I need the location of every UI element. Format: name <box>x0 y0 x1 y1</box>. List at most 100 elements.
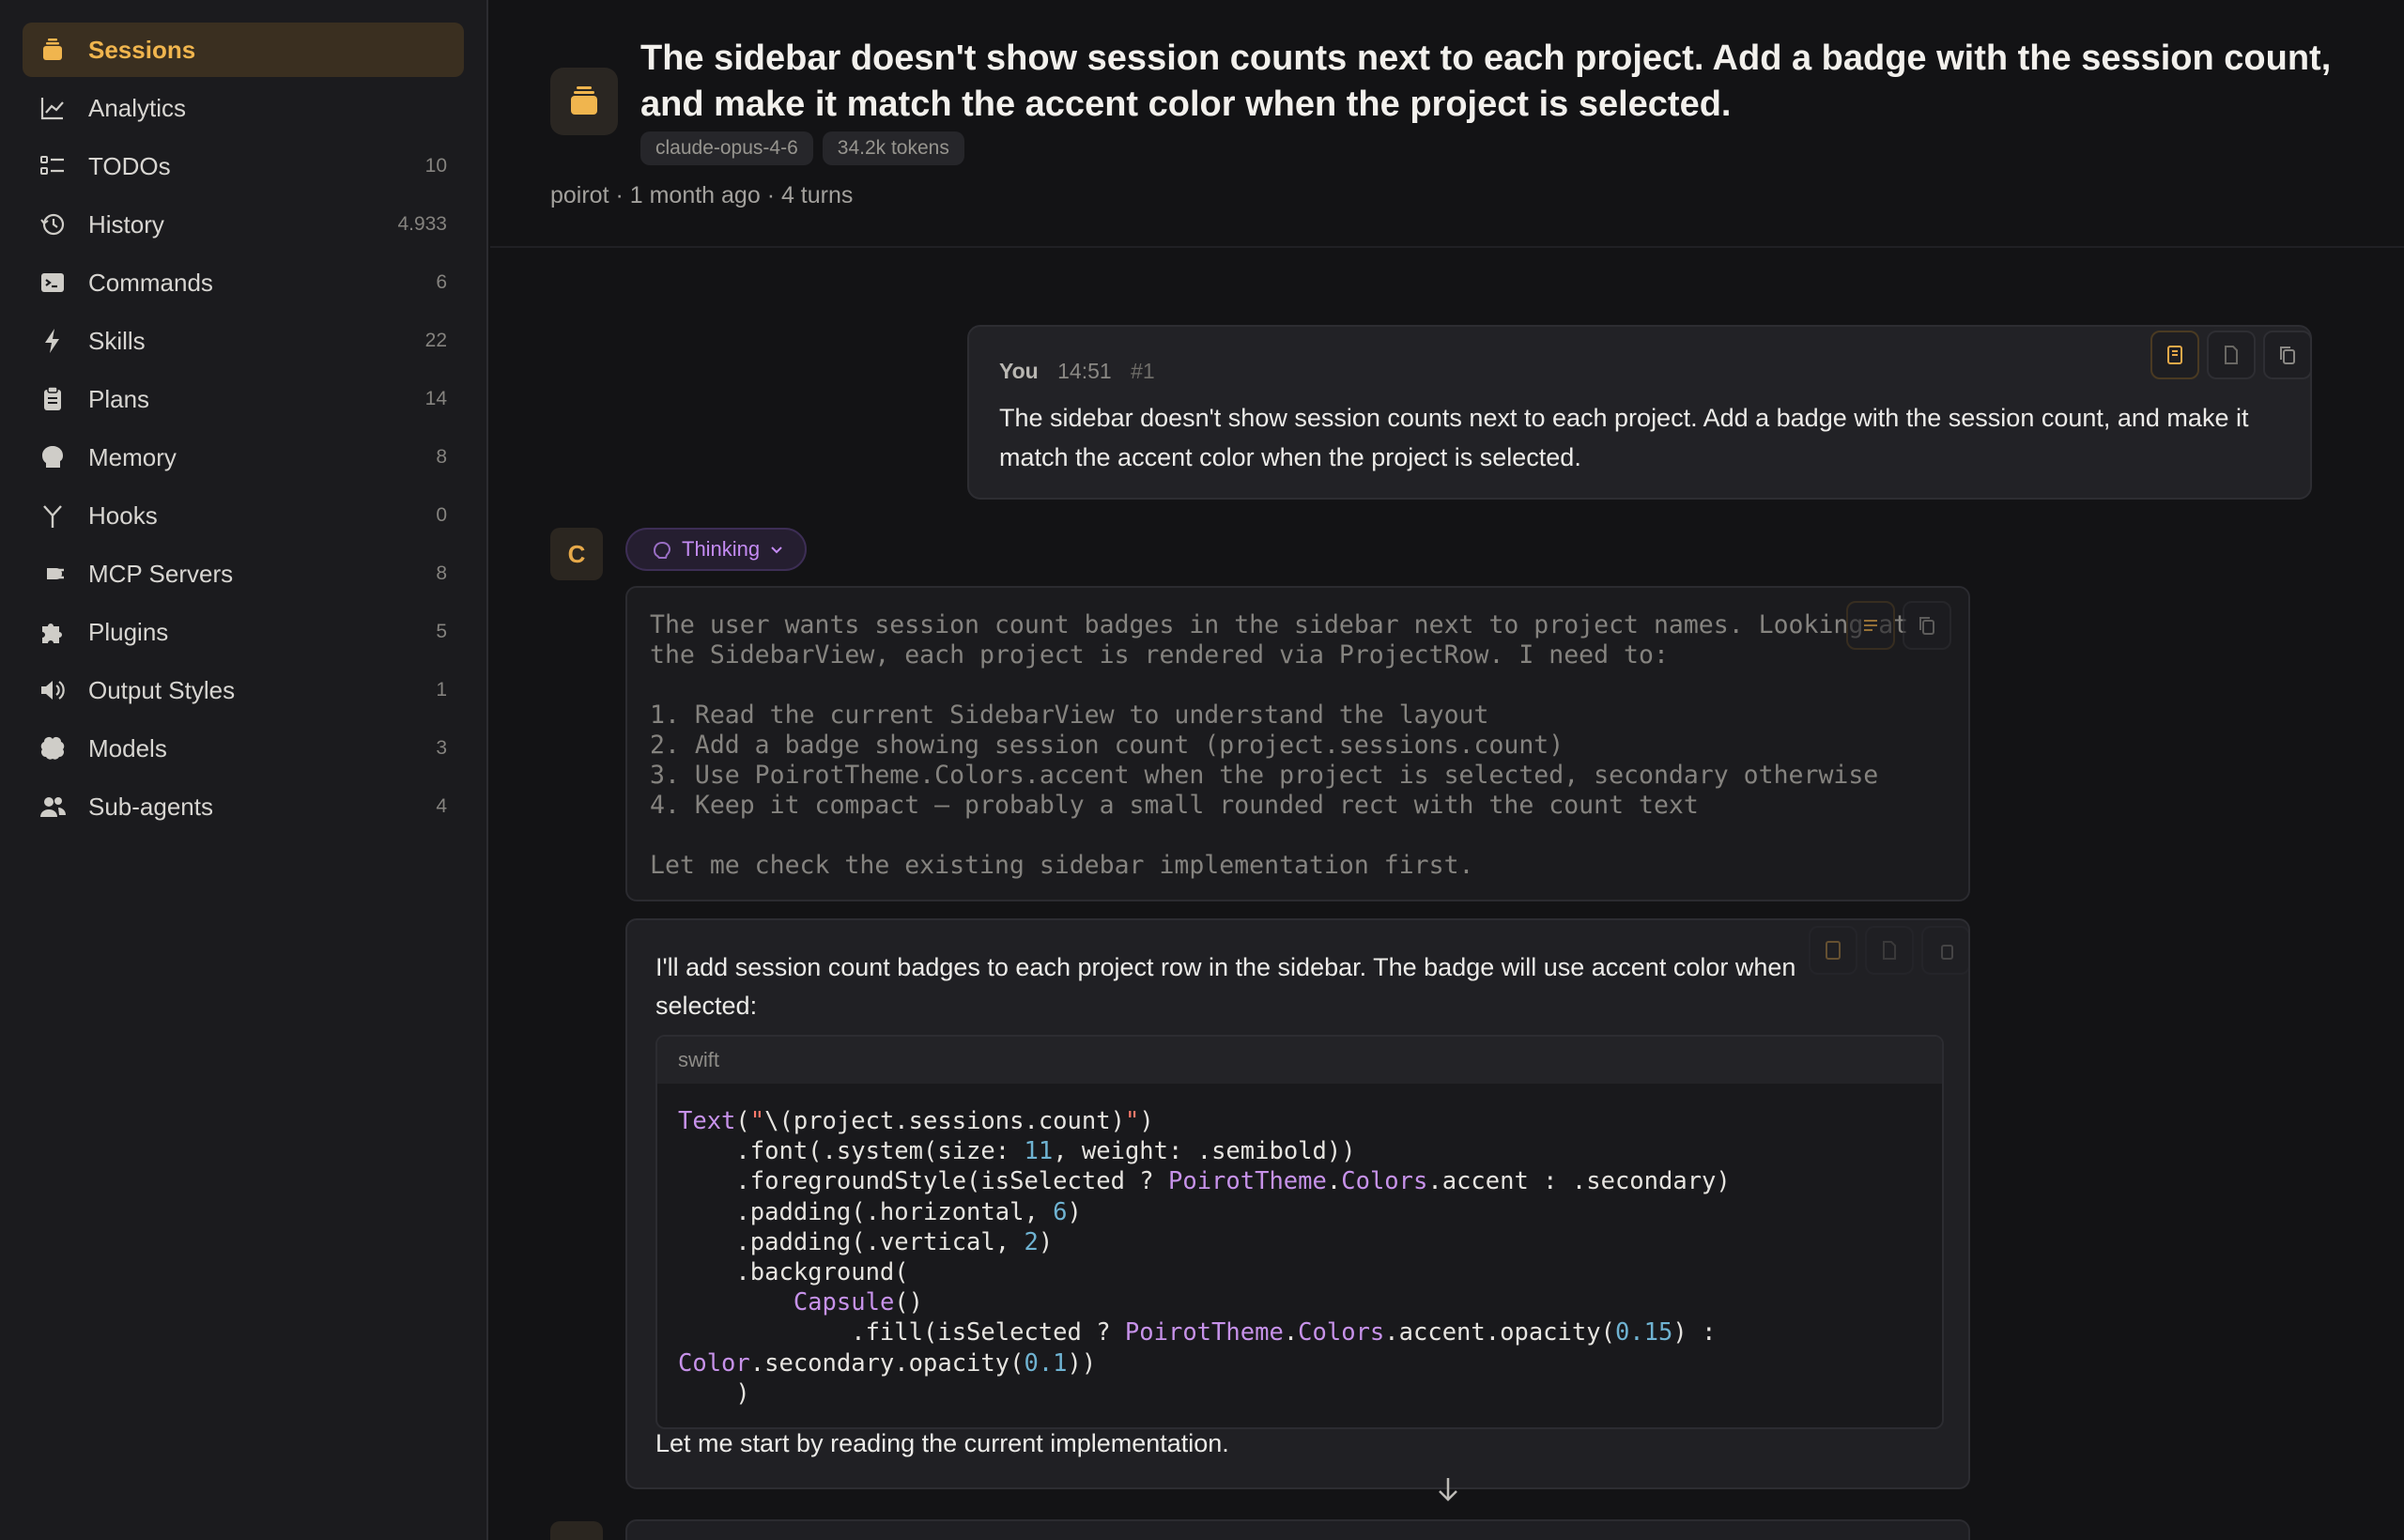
sidebar-item-count: 22 <box>424 330 447 351</box>
next-message <box>625 1519 1970 1540</box>
sidebar-item-skills[interactable]: Skills 22 <box>23 314 464 368</box>
sidebar-item-label: Output Styles <box>88 675 236 704</box>
sidebar-item-label: History <box>88 209 164 239</box>
sidebar-item-label: Skills <box>88 326 146 355</box>
export-button[interactable] <box>2207 331 2256 379</box>
sidebar-item-label: Sessions <box>88 35 196 64</box>
people-icon <box>38 792 68 822</box>
sidebar-item-label: Plans <box>88 384 150 413</box>
sidebar-item-label: TODOs <box>88 151 171 180</box>
bookmark-button[interactable] <box>2150 331 2199 379</box>
copy-icon <box>1941 945 1953 960</box>
file-icon <box>2225 346 2238 364</box>
user-message: You 14:51 #1 The sidebar doesn't show se… <box>967 325 2312 500</box>
speaker-icon <box>38 675 68 705</box>
session-header: The sidebar doesn't show session counts … <box>490 0 2404 248</box>
plug-icon <box>38 559 68 589</box>
sidebar-item-label: Sub-agents <box>88 792 213 821</box>
puzzle-icon <box>38 617 68 647</box>
session-tags: claude-opus-4-6 34.2k tokens <box>640 131 964 165</box>
document-icon <box>2167 346 2182 364</box>
sidebar-nav: Sessions Analytics TODOs 10 History 4.933 Comm… <box>0 23 486 834</box>
sidebar-item-count: 4.933 <box>397 213 447 235</box>
sidebar-item-sub-agents[interactable]: Sub-agents 4 <box>23 779 464 834</box>
sidebar-item-hooks[interactable]: Hooks 0 <box>23 488 464 543</box>
sidebar-item-history[interactable]: History 4.933 <box>23 197 464 252</box>
sidebar-item-memory[interactable]: Memory 8 <box>23 430 464 485</box>
bolt-icon <box>38 326 68 356</box>
code-language: swift <box>657 1037 1942 1084</box>
sidebar-item-count: 1 <box>436 679 447 701</box>
scroll-down-button[interactable] <box>1429 1471 1467 1508</box>
brain-head-icon <box>38 442 68 472</box>
sidebar-item-analytics[interactable]: Analytics <box>23 81 464 135</box>
sidebar-item-count: 10 <box>424 155 447 177</box>
message-index: #1 <box>1131 359 1155 383</box>
answer-followup-text: Let me start by reading the current impl… <box>655 1429 1229 1457</box>
thinking-content: The user wants session count badges in t… <box>625 586 1970 901</box>
session-stack-icon <box>550 68 618 135</box>
thinking-label: Thinking <box>682 537 761 561</box>
sessions-icon <box>38 35 68 65</box>
token-count-tag: 34.2k tokens <box>822 131 964 165</box>
sidebar-item-label: Plugins <box>88 617 169 646</box>
sidebar-item-output-styles[interactable]: Output Styles 1 <box>23 663 464 717</box>
sidebar-item-label: Memory <box>88 442 177 471</box>
sidebar-item-plans[interactable]: Plans 14 <box>23 372 464 426</box>
sidebar-item-count: 14 <box>424 388 447 409</box>
sidebar-item-count: 3 <box>436 737 447 759</box>
copy-answer-button[interactable] <box>1921 926 1970 975</box>
thinking-toggle[interactable]: Thinking <box>625 528 808 571</box>
file-icon <box>1883 941 1896 960</box>
clipboard-icon <box>38 384 68 414</box>
copy-button[interactable] <box>2263 331 2312 379</box>
copy-icon <box>1919 617 1934 635</box>
export-answer-button[interactable] <box>1865 926 1914 975</box>
sidebar-item-count: 0 <box>436 504 447 526</box>
brain-icon <box>38 733 68 763</box>
sidebar-item-label: Analytics <box>88 93 187 122</box>
hook-fork-icon <box>38 500 68 531</box>
sidebar-item-label: Hooks <box>88 500 158 530</box>
model-tag: claude-opus-4-6 <box>640 131 813 165</box>
message-text: The sidebar doesn't show session counts … <box>999 404 2249 471</box>
sidebar-item-mcp-servers[interactable]: MCP Servers 8 <box>23 547 464 601</box>
sidebar-item-plugins[interactable]: Plugins 5 <box>23 605 464 659</box>
sidebar-item-todos[interactable]: TODOs 10 <box>23 139 464 193</box>
thinking-toolbar <box>1846 601 1951 650</box>
chevron-down-icon <box>771 547 782 554</box>
sidebar-item-models[interactable]: Models 3 <box>23 721 464 776</box>
session-meta: poirot · 1 month ago · 4 turns <box>550 182 854 208</box>
code-block: swift Text("\(project.sessions.count)") … <box>655 1035 1944 1429</box>
brain-icon <box>653 541 671 559</box>
sidebar-item-sessions[interactable]: Sessions <box>23 23 464 77</box>
analytics-icon <box>38 93 68 123</box>
assistant-message: I'll add session count badges to each pr… <box>625 918 1970 1502</box>
thinking-text: The user wants session count badges in t… <box>650 610 1908 880</box>
sidebar-item-count: 8 <box>436 562 447 584</box>
sidebar-item-commands[interactable]: Commands 6 <box>23 255 464 310</box>
message-toolbar <box>2150 331 2312 379</box>
main-content: The sidebar doesn't show session counts … <box>490 0 2404 1540</box>
arrow-down-icon <box>1439 1478 1457 1502</box>
lines-icon <box>1864 620 1877 631</box>
sidebar-item-label: Commands <box>88 268 213 297</box>
sidebar-item-label: MCP Servers <box>88 559 234 588</box>
copy-icon <box>2280 346 2295 364</box>
history-icon <box>38 209 68 239</box>
message-header: You 14:51 #1 <box>999 359 1155 384</box>
sidebar-item-count: 8 <box>436 446 447 468</box>
code-content: Text("\(project.sessions.count)") .font(… <box>678 1107 1731 1408</box>
page-title: The sidebar doesn't show session counts … <box>640 38 2332 124</box>
sidebar-item-count: 6 <box>436 271 447 293</box>
answer-text: I'll add session count badges to each pr… <box>655 953 1796 1020</box>
assistant-avatar: C <box>550 528 603 580</box>
wrap-button[interactable] <box>1846 601 1895 650</box>
sidebar-item-label: Models <box>88 733 167 762</box>
message-time: 14:51 <box>1057 359 1112 383</box>
terminal-icon <box>38 268 68 298</box>
sidebar-item-count: 4 <box>436 795 447 817</box>
next-avatar <box>550 1521 603 1540</box>
sidebar-item-count: 5 <box>436 621 447 642</box>
copy-thinking-button[interactable] <box>1903 601 1951 650</box>
